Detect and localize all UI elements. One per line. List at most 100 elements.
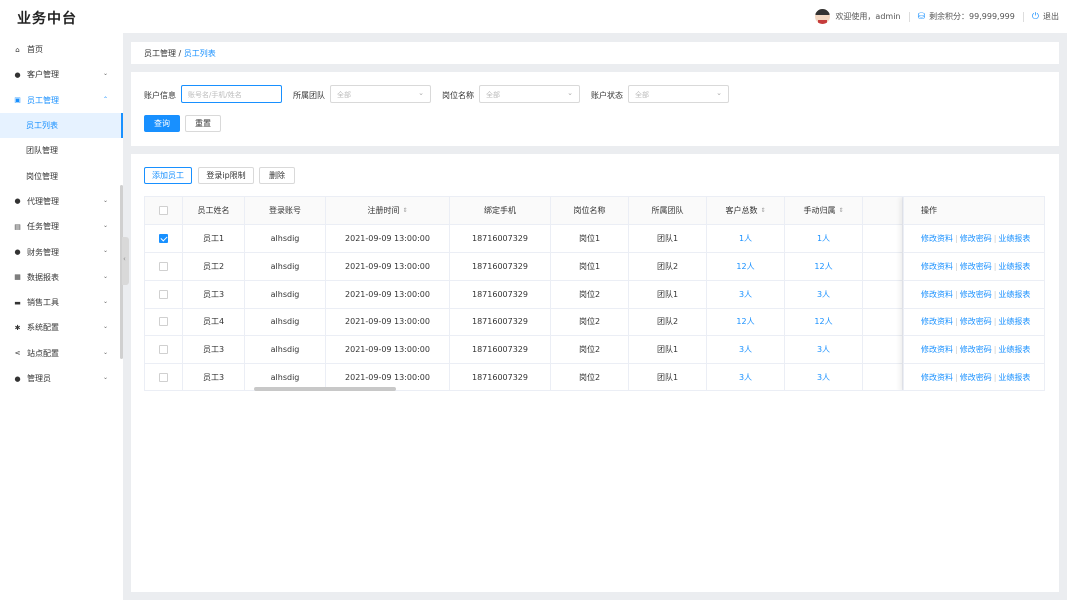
- manual-count-link[interactable]: 12 人: [785, 308, 863, 336]
- manual-count-link[interactable]: 3人: [785, 336, 863, 364]
- sidebar-item-label: 员工管理: [27, 95, 59, 105]
- edit-profile-link[interactable]: 修改资料: [921, 372, 953, 383]
- sidebar-item-admin[interactable]: ● 管理员 ⌄: [0, 366, 123, 391]
- change-password-link[interactable]: 修改密码: [960, 372, 992, 383]
- cell-post: 岗位2: [551, 308, 629, 336]
- sidebar-item-customers[interactable]: ● 客户管理 ⌄: [0, 62, 123, 87]
- filter-panel: [131, 72, 1059, 146]
- manual-count-link[interactable]: 1人: [785, 225, 863, 252]
- sidebar-item-label: 管理员: [27, 374, 51, 383]
- account-search-input[interactable]: 账号名/手机/姓名: [181, 85, 282, 103]
- status-select[interactable]: 全部 ⌄: [628, 85, 729, 103]
- row-checkbox[interactable]: [159, 317, 168, 327]
- sidebar-item-home[interactable]: ⌂ 首页: [0, 37, 123, 62]
- admin-icon: ●: [14, 374, 21, 383]
- performance-report-link[interactable]: 业绩报表: [998, 344, 1030, 355]
- customers-count-link[interactable]: 3人: [707, 280, 785, 308]
- performance-report-link[interactable]: 业绩报表: [998, 372, 1030, 383]
- breadcrumb-parent[interactable]: 员工管理: [144, 49, 176, 58]
- manual-count: 12: [814, 317, 825, 327]
- row-checkbox[interactable]: [159, 289, 168, 299]
- add-employee-button[interactable]: 添加员工: [144, 167, 192, 184]
- unit-label: 人: [824, 261, 833, 271]
- cell-time: 2021-09-09 13:00:00: [326, 252, 450, 280]
- table-horizontal-scrollbar[interactable]: [254, 387, 396, 391]
- unit-label: 人: [744, 373, 753, 382]
- reset-button[interactable]: 重置: [185, 115, 221, 132]
- cell-post: 岗位1: [551, 252, 629, 280]
- change-password-link[interactable]: 修改密码: [960, 316, 992, 327]
- cell-empty: [863, 252, 903, 280]
- unit-label: 人: [744, 289, 753, 299]
- sidebar-item-sales-tools[interactable]: ▬ 销售工具 ⌄: [0, 290, 123, 315]
- app-logo[interactable]: 业务中台: [17, 8, 77, 28]
- customers-count-link[interactable]: 1人: [707, 225, 785, 252]
- query-button[interactable]: 查询: [144, 115, 180, 132]
- sidebar-item-finance[interactable]: ● 财务管理 ⌄: [0, 239, 123, 264]
- sidebar-item-reports[interactable]: ▦ 数据报表 ⌄: [0, 265, 123, 290]
- power-icon[interactable]: ⏻: [1032, 12, 1039, 22]
- manual-count-link[interactable]: 12 人: [785, 252, 863, 280]
- customers-count-link[interactable]: 3人: [707, 336, 785, 364]
- edit-profile-link[interactable]: 修改资料: [921, 289, 953, 300]
- sidebar-item-agents[interactable]: ● 代理管理 ⌄: [0, 189, 123, 214]
- ip-limit-button[interactable]: 登录ip限制: [198, 167, 254, 184]
- sidebar-item-tasks[interactable]: ▤ 任务管理 ⌄: [0, 214, 123, 239]
- delete-button[interactable]: 删除: [259, 167, 295, 184]
- row-select-cell: [145, 225, 183, 252]
- avatar[interactable]: [815, 9, 831, 24]
- header-cell-sortable[interactable]: 手动归属 ⇕: [785, 197, 863, 224]
- sidebar-item-label: 代理管理: [27, 196, 59, 206]
- customers-count-link[interactable]: 3人: [707, 364, 785, 390]
- cell-empty: [863, 225, 903, 252]
- change-password-link[interactable]: 修改密码: [960, 233, 992, 244]
- manual-count-link[interactable]: 3人: [785, 364, 863, 390]
- sort-icon[interactable]: ⇕: [760, 207, 765, 214]
- chevron-down-icon: ⌄: [102, 373, 108, 381]
- header-cell-sortable[interactable]: 注册时间 ⇕: [326, 197, 450, 224]
- performance-report-link[interactable]: 业绩报表: [998, 316, 1030, 327]
- customers-count-link[interactable]: 12 人: [707, 308, 785, 336]
- row-checkbox[interactable]: [159, 261, 168, 271]
- header-cell-sortable[interactable]: 客户总数 ⇕: [707, 197, 785, 224]
- performance-report-link[interactable]: 业绩报表: [998, 289, 1030, 300]
- sidebar-collapse-handle[interactable]: [122, 237, 129, 285]
- sidebar-item-system[interactable]: ✱ 系统配置 ⌄: [0, 315, 123, 340]
- header-cell: 岗位名称: [551, 197, 629, 224]
- edit-profile-link[interactable]: 修改资料: [921, 233, 953, 244]
- logout-link[interactable]: 退出: [1043, 11, 1059, 22]
- sort-icon[interactable]: ⇕: [838, 207, 843, 214]
- select-all-checkbox[interactable]: [159, 206, 168, 215]
- sidebar-item-site[interactable]: ⋖ 站点配置 ⌄: [0, 341, 123, 366]
- sort-icon[interactable]: ⇕: [402, 207, 407, 214]
- change-password-link[interactable]: 修改密码: [960, 261, 992, 272]
- change-password-link[interactable]: 修改密码: [960, 289, 992, 300]
- customers-count-link[interactable]: 12 人: [707, 252, 785, 280]
- cell-phone: 18716007329: [450, 252, 551, 280]
- edit-profile-link[interactable]: 修改资料: [921, 261, 953, 272]
- manual-count-link[interactable]: 3人: [785, 280, 863, 308]
- cell-empty: [863, 308, 903, 336]
- team-select[interactable]: 全部 ⌄: [330, 85, 431, 103]
- performance-report-link[interactable]: 业绩报表: [998, 233, 1030, 244]
- row-checkbox[interactable]: [159, 234, 168, 243]
- sidebar-subitem-post[interactable]: 岗位管理: [0, 163, 123, 188]
- cell-post: 岗位2: [551, 336, 629, 364]
- edit-profile-link[interactable]: 修改资料: [921, 316, 953, 327]
- header-cell: 员工姓名: [183, 197, 245, 224]
- sidebar-subitem-team[interactable]: 团队管理: [0, 138, 123, 163]
- header-cell: 操作: [904, 197, 1044, 225]
- chevron-down-icon: ⌄: [102, 196, 108, 204]
- row-checkbox[interactable]: [159, 345, 168, 355]
- sidebar-item-staff[interactable]: ▣ 员工管理 ⌃: [0, 88, 123, 113]
- row-checkbox[interactable]: [159, 373, 168, 382]
- edit-profile-link[interactable]: 修改资料: [921, 344, 953, 355]
- sidebar-subitem-staff-list[interactable]: 员工列表: [0, 112, 123, 139]
- share-icon: ⋖: [14, 349, 21, 358]
- operations-row: 修改资料 | 修改密码 | 业绩报表: [904, 336, 1044, 365]
- performance-report-link[interactable]: 业绩报表: [998, 261, 1030, 272]
- chevron-down-icon: ⌄: [102, 272, 108, 280]
- post-select[interactable]: 全部 ⌄: [479, 85, 580, 103]
- cell-team: 团队1: [629, 280, 707, 308]
- change-password-link[interactable]: 修改密码: [960, 344, 992, 355]
